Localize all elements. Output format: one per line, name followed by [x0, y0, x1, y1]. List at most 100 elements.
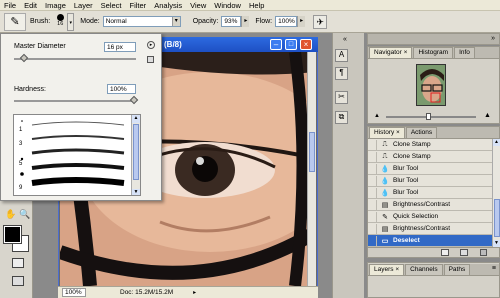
menu-window[interactable]: Window: [214, 1, 241, 10]
zoom-in-icon[interactable]: ▲: [484, 112, 491, 119]
history-brush-source-checkbox[interactable]: [368, 235, 377, 246]
preset-number: 3: [19, 141, 23, 147]
document-vertical-scrollbar[interactable]: [307, 52, 316, 286]
tab-close-icon[interactable]: ×: [404, 49, 408, 56]
menu-analysis[interactable]: Analysis: [154, 1, 182, 10]
scroll-thumb[interactable]: [133, 124, 139, 180]
navigator-panel: Navigator × Histogram Info ▲ ▲: [367, 46, 500, 124]
history-item[interactable]: ▤ Brightness/Contrast: [368, 199, 492, 211]
hardness-slider-knob[interactable]: [129, 95, 139, 105]
menu-layer[interactable]: Layer: [74, 1, 93, 10]
tab-channels[interactable]: Channels: [405, 264, 443, 275]
menu-image[interactable]: Image: [45, 1, 66, 10]
preset-list-scrollbar[interactable]: ▲ ▼: [131, 115, 140, 195]
navigator-zoom-slider-knob[interactable]: [426, 113, 431, 120]
popup-menu-arrow-icon[interactable]: ▸: [147, 41, 155, 49]
scroll-thumb[interactable]: [494, 199, 500, 237]
dock-button-clone-source[interactable]: ⧉: [335, 111, 348, 124]
screen-mode-icon[interactable]: [12, 276, 24, 286]
history-brush-source-checkbox[interactable]: [368, 211, 377, 222]
history-item[interactable]: ⎍ Clone Stamp: [368, 139, 492, 151]
master-diameter-slider[interactable]: [14, 58, 136, 60]
history-item[interactable]: 💧 Blur Tool: [368, 175, 492, 187]
menu-edit[interactable]: Edit: [24, 1, 37, 10]
menu-help[interactable]: Help: [249, 1, 264, 10]
hardness-slider[interactable]: [14, 100, 136, 102]
history-list: ⎍ Clone Stamp ⎍ Clone Stamp 💧 Blur Tool 💧 Blur …: [368, 139, 492, 247]
history-item[interactable]: ▭ Deselect: [368, 235, 492, 247]
tab-histogram[interactable]: Histogram: [413, 47, 454, 58]
panel-menu-icon[interactable]: ≡: [492, 265, 496, 272]
brush-tool-icon[interactable]: ✎: [4, 12, 26, 31]
hardness-field[interactable]: 100%: [107, 84, 136, 94]
history-brush-source-checkbox[interactable]: [368, 163, 377, 174]
history-item[interactable]: 💧 Blur Tool: [368, 187, 492, 199]
foreground-color-swatch[interactable]: [3, 225, 22, 244]
menu-select[interactable]: Select: [101, 1, 122, 10]
tab-info[interactable]: Info: [454, 47, 475, 58]
history-brush-source-checkbox[interactable]: [368, 187, 377, 198]
brush-preset-picker[interactable]: 16: [53, 12, 67, 31]
status-menu-arrow-icon[interactable]: ▸: [193, 289, 196, 296]
master-diameter-slider-knob[interactable]: [19, 53, 29, 63]
close-button[interactable]: ×: [300, 39, 312, 50]
tab-close-icon[interactable]: ×: [396, 129, 400, 136]
panel-collapse-bar[interactable]: »: [367, 33, 500, 45]
navigator-thumbnail[interactable]: [416, 64, 446, 106]
history-item[interactable]: ⎍ Clone Stamp: [368, 151, 492, 163]
maximize-button[interactable]: □: [285, 39, 297, 50]
tab-close-icon[interactable]: ×: [395, 266, 399, 273]
quick-mask-icon[interactable]: [12, 258, 24, 268]
tab-label: Paths: [448, 266, 466, 273]
tab-actions[interactable]: Actions: [405, 127, 438, 138]
trash-icon[interactable]: [480, 249, 487, 256]
tab-paths[interactable]: Paths: [443, 264, 471, 275]
scroll-up-arrow-icon[interactable]: ▲: [493, 139, 500, 146]
tab-history[interactable]: History ×: [369, 127, 405, 138]
scroll-down-arrow-icon[interactable]: ▼: [132, 189, 140, 195]
scroll-up-arrow-icon[interactable]: ▲: [132, 115, 140, 123]
opacity-field[interactable]: 93%: [221, 16, 242, 27]
history-item[interactable]: ▤ Brightness/Contrast: [368, 223, 492, 235]
tab-label: Navigator: [374, 49, 402, 56]
dock-button-brushes[interactable]: ✂: [335, 91, 348, 104]
tab-layers[interactable]: Layers ×: [369, 264, 405, 275]
hand-tool-icon[interactable]: ✋: [5, 209, 16, 220]
dock-button-tool-presets[interactable]: A: [335, 49, 348, 62]
history-scrollbar[interactable]: ▲ ▼: [492, 139, 500, 247]
minimize-button[interactable]: –: [270, 39, 282, 50]
dock-collapse-icon[interactable]: «: [343, 36, 347, 43]
mode-select[interactable]: Normal ▾: [102, 16, 181, 27]
tab-label: Layers: [374, 266, 394, 273]
master-diameter-field[interactable]: 16 px: [104, 42, 136, 52]
zoom-level-field[interactable]: 100%: [62, 288, 86, 297]
menu-view[interactable]: View: [190, 1, 206, 10]
opacity-slider-button[interactable]: ▸: [241, 16, 250, 27]
new-snapshot-icon[interactable]: [460, 249, 468, 256]
scroll-down-arrow-icon[interactable]: ▼: [493, 240, 500, 247]
navigator-zoom-slider[interactable]: [386, 116, 476, 118]
brush-dropdown-button[interactable]: ▾: [67, 12, 75, 31]
menu-filter[interactable]: Filter: [130, 1, 147, 10]
tab-navigator[interactable]: Navigator ×: [369, 47, 413, 58]
airbrush-icon[interactable]: ✈: [313, 14, 328, 29]
history-item[interactable]: ✎ Quick Selection: [368, 211, 492, 223]
history-item-label: Blur Tool: [393, 165, 419, 172]
history-brush-source-checkbox[interactable]: [368, 199, 377, 210]
history-brush-source-checkbox[interactable]: [368, 175, 377, 186]
flow-field[interactable]: 100%: [275, 16, 298, 27]
history-item[interactable]: 💧 Blur Tool: [368, 163, 492, 175]
history-brush-source-checkbox[interactable]: [368, 151, 377, 162]
menu-file[interactable]: File: [4, 1, 16, 10]
zoom-out-icon[interactable]: ▲: [374, 113, 380, 119]
new-document-from-state-icon[interactable]: [441, 249, 449, 256]
brush-preset-list[interactable]: 1 3 5 9 ▲ ▼: [13, 114, 141, 196]
history-brush-source-checkbox[interactable]: [368, 139, 377, 150]
zoom-tool-icon[interactable]: 🔍: [19, 209, 30, 220]
history-brush-source-checkbox[interactable]: [368, 223, 377, 234]
scroll-thumb[interactable]: [309, 132, 315, 172]
new-preset-icon[interactable]: [147, 56, 154, 63]
flow-slider-button[interactable]: ▸: [297, 16, 306, 27]
deselect-icon: ▭: [381, 237, 389, 245]
dock-button-paragraph[interactable]: ¶: [335, 67, 348, 80]
